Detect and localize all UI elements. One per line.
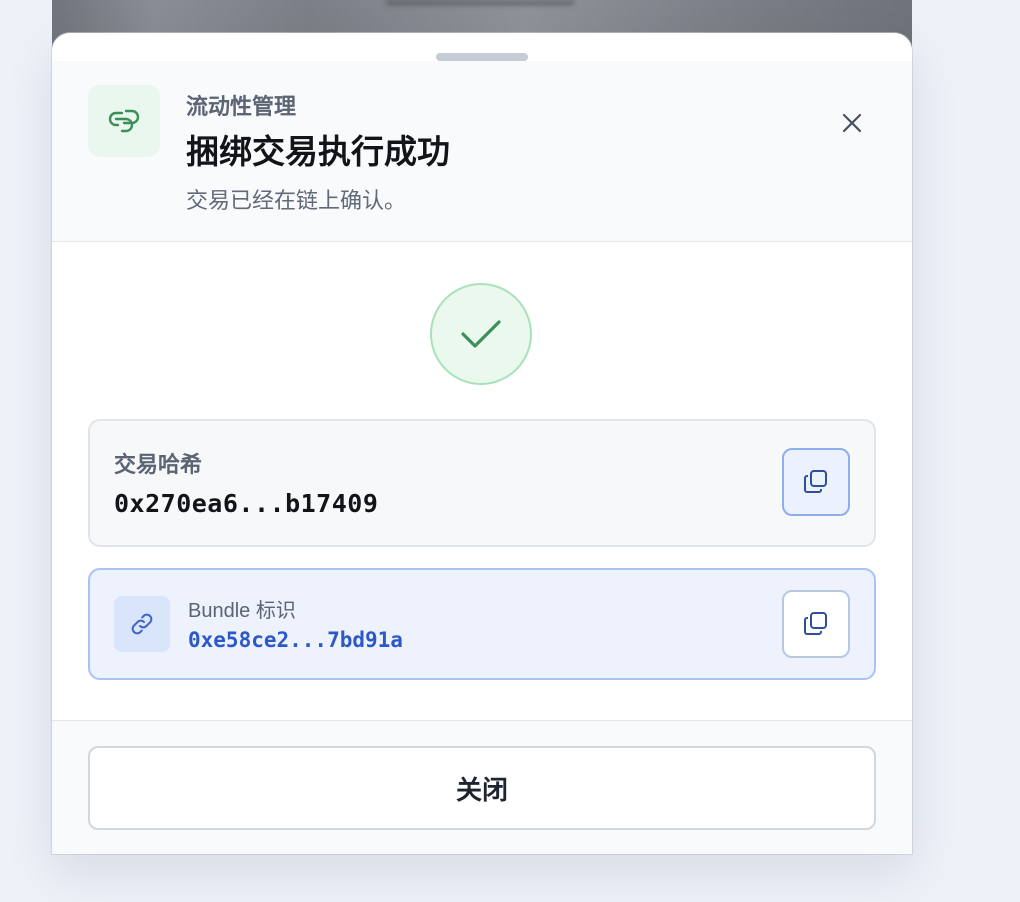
checkmark-icon xyxy=(461,320,501,348)
success-status xyxy=(430,283,532,385)
dialog-subtitle: 交易已经在链上确认。 xyxy=(186,188,407,213)
copy-icon xyxy=(804,612,827,635)
dialog-header: 流动性管理 捆绑交易执行成功 交易已经在链上确认。 xyxy=(52,61,912,242)
drag-handle[interactable] xyxy=(436,53,528,61)
chain-link-icon xyxy=(88,85,160,157)
transaction-hash-label: 交易哈希 xyxy=(114,452,203,477)
transaction-hash-card: 交易哈希 0x270ea6...b17409 xyxy=(88,419,876,547)
close-button[interactable]: 关闭 xyxy=(88,746,876,830)
copy-bundle-button[interactable] xyxy=(782,590,850,658)
dialog-eyebrow: 流动性管理 xyxy=(186,94,297,119)
transaction-hash-value: 0x270ea6...b17409 xyxy=(114,489,379,518)
transaction-result-dialog: 流动性管理 捆绑交易执行成功 交易已经在链上确认。 交易哈希 0x270ea6.… xyxy=(52,33,912,854)
screen: 流动性管理 捆绑交易执行成功 交易已经在链上确认。 交易哈希 0x270ea6.… xyxy=(0,0,1020,902)
close-icon[interactable] xyxy=(834,105,870,141)
copy-icon xyxy=(804,470,827,493)
copy-hash-button[interactable] xyxy=(782,448,850,516)
dialog-body: 交易哈希 0x270ea6...b17409 Bundle 标识 0xe58ce… xyxy=(52,242,912,721)
bundle-id-card: Bundle 标识 0xe58ce2...7bd91a xyxy=(88,568,876,680)
background-page-element xyxy=(385,0,575,6)
dialog-title: 捆绑交易执行成功 xyxy=(186,133,450,170)
link-icon xyxy=(114,596,170,652)
bundle-id-value: 0xe58ce2...7bd91a xyxy=(188,628,403,652)
bundle-id-label: Bundle 标识 xyxy=(188,600,296,622)
dialog-footer: 关闭 xyxy=(52,721,912,854)
